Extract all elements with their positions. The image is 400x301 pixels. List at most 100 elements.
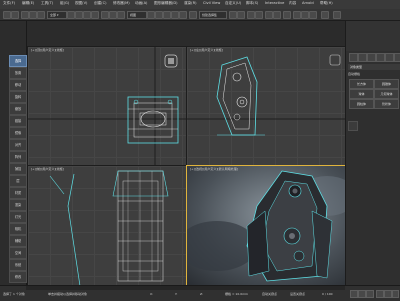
menu-create[interactable]: 创建(C) bbox=[94, 1, 107, 6]
menu-civil-view[interactable]: Civil View bbox=[203, 1, 220, 5]
percent-snap-icon[interactable] bbox=[171, 11, 179, 19]
bind-space-warp-icon[interactable] bbox=[37, 11, 45, 19]
pan-icon[interactable] bbox=[384, 290, 392, 298]
window-crossing-icon[interactable] bbox=[91, 11, 99, 19]
viewport-top[interactable]: [+][顶][用户定义][线框] bbox=[27, 46, 187, 166]
select-by-name-icon[interactable] bbox=[75, 11, 83, 19]
left-button-move[interactable]: 移动 bbox=[9, 79, 27, 91]
modify-tab-icon[interactable] bbox=[358, 53, 367, 62]
menu-rendering[interactable]: 渲染(R) bbox=[184, 1, 197, 6]
edit-named-selection-icon[interactable] bbox=[189, 11, 197, 19]
cylinder-button[interactable]: 圆柱体 bbox=[349, 99, 374, 109]
motion-tab-icon[interactable] bbox=[376, 53, 385, 62]
selection-filter-dropdown[interactable]: 全部 ▾ bbox=[47, 11, 67, 19]
x-coord-label: X: bbox=[150, 292, 154, 296]
link-icon[interactable] bbox=[21, 11, 29, 19]
left-button-modify[interactable]: 修改 bbox=[9, 271, 27, 283]
view-dropdown[interactable]: 视图 bbox=[127, 11, 147, 19]
left-button-mirror[interactable]: 镜像 bbox=[9, 127, 27, 139]
render-production-icon[interactable] bbox=[309, 11, 317, 19]
snap-icon[interactable] bbox=[155, 11, 163, 19]
menu-tools[interactable]: 工具(T) bbox=[41, 1, 53, 6]
menu-file[interactable]: 文件(F) bbox=[3, 1, 15, 6]
viewport-front[interactable]: [+][前][用户定义][线框] bbox=[27, 165, 187, 287]
object-color-swatch[interactable] bbox=[348, 121, 358, 131]
play-icon[interactable] bbox=[358, 290, 366, 298]
selection-status: 选择了 1 个对象 bbox=[3, 292, 25, 296]
left-button-snap[interactable]: 捕捉 bbox=[9, 163, 27, 175]
menu-modifiers[interactable]: 修改器(M) bbox=[113, 1, 130, 6]
menu-graph-editors[interactable]: 图形编辑器(D) bbox=[154, 1, 178, 6]
left-button-render[interactable]: 渲染 bbox=[9, 199, 27, 211]
menu-edit[interactable]: 编辑(E) bbox=[22, 1, 34, 6]
undo-icon[interactable] bbox=[3, 11, 11, 19]
geosphere-button[interactable]: 几何球体 bbox=[374, 89, 399, 99]
left-button-material[interactable]: 材质 bbox=[9, 187, 27, 199]
angle-snap-icon[interactable] bbox=[163, 11, 171, 19]
left-button-select[interactable]: 选择 bbox=[9, 55, 27, 67]
viewport-perspective-label[interactable]: [+][透视][用户定义][默认明暗处理] bbox=[190, 167, 238, 171]
left-button-lights[interactable]: 灯光 bbox=[9, 211, 27, 223]
layer-explorer-icon[interactable] bbox=[247, 11, 255, 19]
frame-counter: 0 / 100 bbox=[322, 292, 333, 296]
menu-arnold[interactable]: Arnold bbox=[302, 1, 314, 5]
menu-content[interactable]: 内容 bbox=[289, 1, 296, 6]
graphite-toggle-icon[interactable] bbox=[255, 11, 263, 19]
left-button-space[interactable]: 空间 bbox=[9, 247, 27, 259]
hierarchy-tab-icon[interactable] bbox=[367, 53, 376, 62]
menu-animation[interactable]: 动画(A) bbox=[135, 1, 147, 6]
arnold-render-icon[interactable] bbox=[321, 11, 329, 19]
scale-icon[interactable] bbox=[117, 11, 125, 19]
display-tab-icon[interactable] bbox=[385, 53, 394, 62]
rendered-frame-icon[interactable] bbox=[301, 11, 309, 19]
material-editor-icon[interactable] bbox=[283, 11, 291, 19]
named-selection-dropdown[interactable]: 创建选择集 bbox=[199, 11, 227, 19]
redo-icon[interactable] bbox=[11, 11, 19, 19]
viewport-perspective[interactable]: [+][透视][用户定义][默认明暗处理] bbox=[186, 165, 346, 287]
menu-interactive[interactable]: Interactive bbox=[265, 1, 284, 5]
utilities-tab-icon[interactable] bbox=[394, 53, 400, 62]
left-button-align[interactable]: 对齐 bbox=[9, 139, 27, 151]
create-tab-icon[interactable] bbox=[349, 53, 358, 62]
viewport-left[interactable]: [+][左][用户定义][线框] bbox=[186, 46, 346, 166]
menu-scripting[interactable]: 脚本(S) bbox=[246, 1, 258, 6]
menu-group[interactable]: 组(G) bbox=[60, 1, 69, 6]
auto-key-button[interactable]: 自动关键点 bbox=[262, 292, 277, 296]
autogrid-checkbox[interactable]: 自动栅格 bbox=[348, 72, 398, 77]
left-button-link[interactable]: 链接 bbox=[9, 115, 27, 127]
menu-help[interactable]: 帮助(H) bbox=[320, 1, 333, 6]
sphere-button[interactable]: 球体 bbox=[349, 89, 374, 99]
left-button-systems[interactable]: 系统 bbox=[9, 259, 27, 271]
left-button-layer[interactable]: 层 bbox=[9, 175, 27, 187]
align-icon[interactable] bbox=[237, 11, 245, 19]
left-button-scale[interactable]: 缩放 bbox=[9, 103, 27, 115]
cone-button[interactable]: 圆锥体 bbox=[374, 79, 399, 89]
left-button-place[interactable]: 放置 bbox=[9, 67, 27, 79]
box-button[interactable]: 长方体 bbox=[349, 79, 374, 89]
spinner-snap-icon[interactable] bbox=[179, 11, 187, 19]
rect-selection-icon[interactable] bbox=[83, 11, 91, 19]
schematic-view-icon[interactable] bbox=[273, 11, 281, 19]
left-button-rotate[interactable]: 旋转 bbox=[9, 91, 27, 103]
timeline-slider[interactable] bbox=[26, 286, 345, 290]
next-frame-icon[interactable] bbox=[366, 290, 374, 298]
select-object-icon[interactable] bbox=[67, 11, 75, 19]
mirror-icon[interactable] bbox=[229, 11, 237, 19]
play-backward-icon[interactable] bbox=[350, 290, 358, 298]
left-button-helpers[interactable]: 辅助 bbox=[9, 235, 27, 247]
zoom-extents-icon[interactable] bbox=[376, 290, 384, 298]
pivot-icon[interactable] bbox=[147, 11, 155, 19]
left-button-array[interactable]: 阵列 bbox=[9, 151, 27, 163]
menu-view[interactable]: 视图(V) bbox=[75, 1, 87, 6]
menu-customize[interactable]: 自定义(U) bbox=[225, 1, 241, 6]
orbit-icon[interactable] bbox=[392, 290, 399, 298]
folder-icon[interactable] bbox=[333, 11, 341, 19]
set-key-button[interactable]: 设置关键点 bbox=[290, 292, 305, 296]
curve-editor-icon[interactable] bbox=[265, 11, 273, 19]
left-button-camera[interactable]: 相机 bbox=[9, 223, 27, 235]
unlink-icon[interactable] bbox=[29, 11, 37, 19]
rotate-icon[interactable] bbox=[109, 11, 117, 19]
tube-button[interactable]: 管状体 bbox=[374, 99, 399, 109]
render-setup-icon[interactable] bbox=[293, 11, 301, 19]
move-icon[interactable] bbox=[101, 11, 109, 19]
